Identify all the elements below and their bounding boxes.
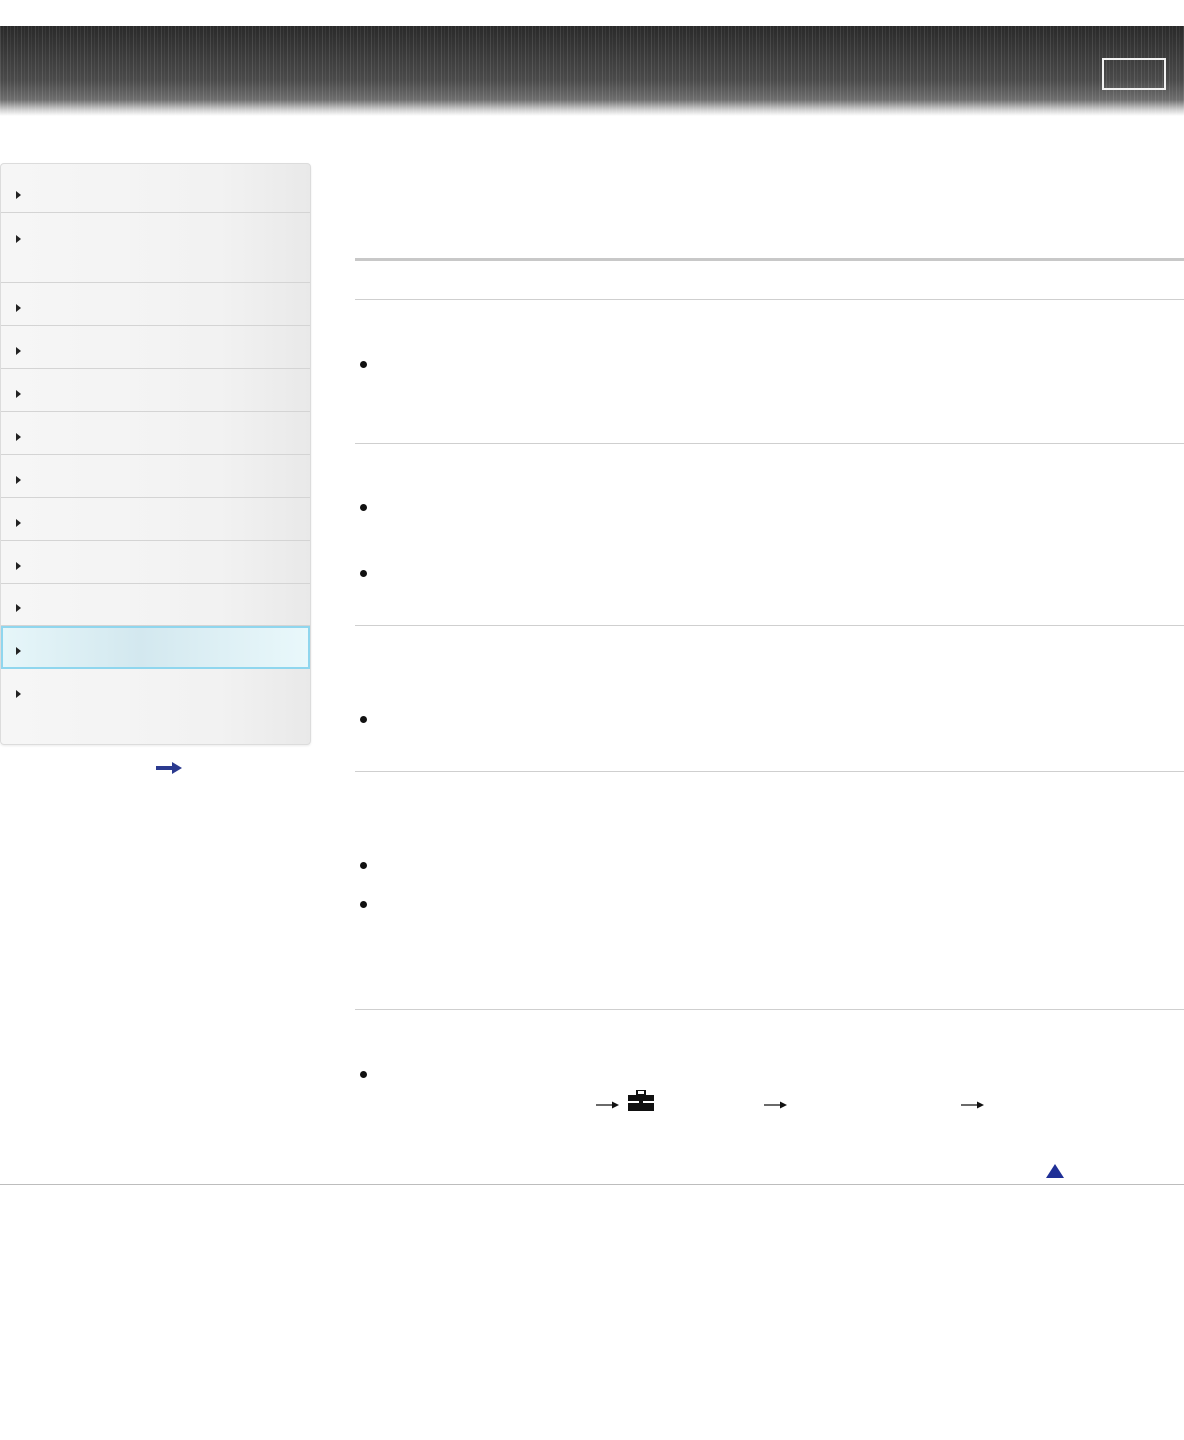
triangle-bullet-icon bbox=[16, 304, 21, 312]
header-button[interactable] bbox=[1102, 58, 1166, 90]
sidebar-item-1[interactable] bbox=[1, 164, 310, 213]
sidebar-item-3[interactable] bbox=[1, 283, 310, 326]
bullet-icon bbox=[360, 570, 367, 577]
bullet-icon bbox=[360, 716, 367, 723]
right-arrow-icon bbox=[961, 1101, 984, 1109]
sidebar-item-8[interactable] bbox=[1, 498, 310, 541]
footer-divider bbox=[0, 1184, 1184, 1185]
toolbox-icon bbox=[628, 1090, 654, 1111]
triangle-bullet-icon bbox=[16, 235, 21, 243]
bullet-icon bbox=[360, 901, 367, 908]
triangle-bullet-icon bbox=[16, 604, 21, 612]
sidebar-item-12[interactable] bbox=[1, 669, 310, 744]
sidebar-item-4[interactable] bbox=[1, 326, 310, 369]
sidebar-item-6[interactable] bbox=[1, 412, 310, 455]
back-to-top-icon[interactable] bbox=[1046, 1164, 1064, 1178]
triangle-bullet-icon bbox=[16, 191, 21, 199]
section-divider bbox=[355, 443, 1184, 444]
sidebar-item-9[interactable] bbox=[1, 541, 310, 584]
triangle-bullet-icon bbox=[16, 433, 21, 441]
triangle-bullet-icon bbox=[16, 647, 21, 655]
bullet-icon bbox=[360, 361, 367, 368]
section-divider bbox=[355, 625, 1184, 626]
sidebar-item-5[interactable] bbox=[1, 369, 310, 412]
section-divider bbox=[355, 1009, 1184, 1010]
right-arrow-icon bbox=[596, 1101, 619, 1109]
bullet-icon bbox=[360, 504, 367, 511]
right-arrow-icon[interactable] bbox=[156, 762, 182, 774]
triangle-bullet-icon bbox=[16, 562, 21, 570]
bullet-icon bbox=[360, 1071, 367, 1078]
header-banner bbox=[0, 26, 1184, 116]
triangle-bullet-icon bbox=[16, 476, 21, 484]
triangle-bullet-icon bbox=[16, 390, 21, 398]
sidebar-item-2[interactable] bbox=[1, 213, 310, 283]
triangle-bullet-icon bbox=[16, 690, 21, 698]
sidebar-item-7[interactable] bbox=[1, 455, 310, 498]
section-divider bbox=[355, 771, 1184, 772]
section-divider bbox=[355, 299, 1184, 300]
triangle-bullet-icon bbox=[16, 519, 21, 527]
right-arrow-icon bbox=[764, 1101, 787, 1109]
sidebar-nav bbox=[0, 163, 311, 745]
bullet-icon bbox=[360, 862, 367, 869]
title-divider bbox=[355, 258, 1184, 261]
sidebar-item-11-active[interactable] bbox=[1, 626, 310, 669]
sidebar-item-10[interactable] bbox=[1, 584, 310, 626]
triangle-bullet-icon bbox=[16, 347, 21, 355]
